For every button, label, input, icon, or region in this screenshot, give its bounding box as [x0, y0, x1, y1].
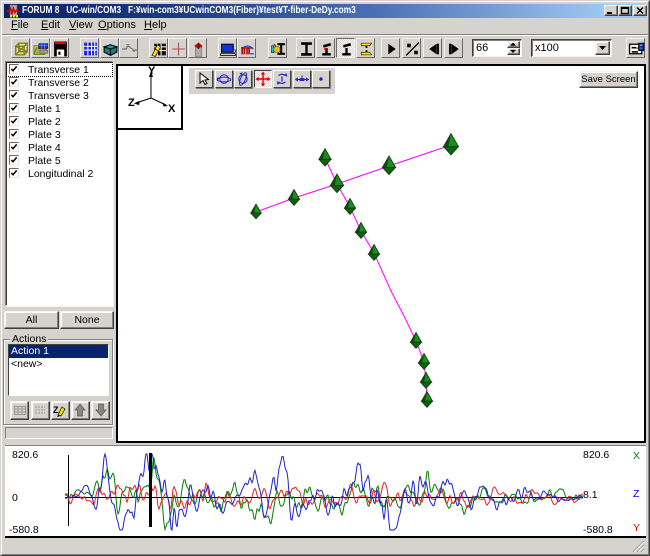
svg-text:Z: Z: [53, 405, 59, 415]
svg-text:Z: Z: [128, 97, 135, 109]
svg-text:X: X: [168, 103, 176, 115]
svg-text:Y: Y: [148, 66, 156, 77]
